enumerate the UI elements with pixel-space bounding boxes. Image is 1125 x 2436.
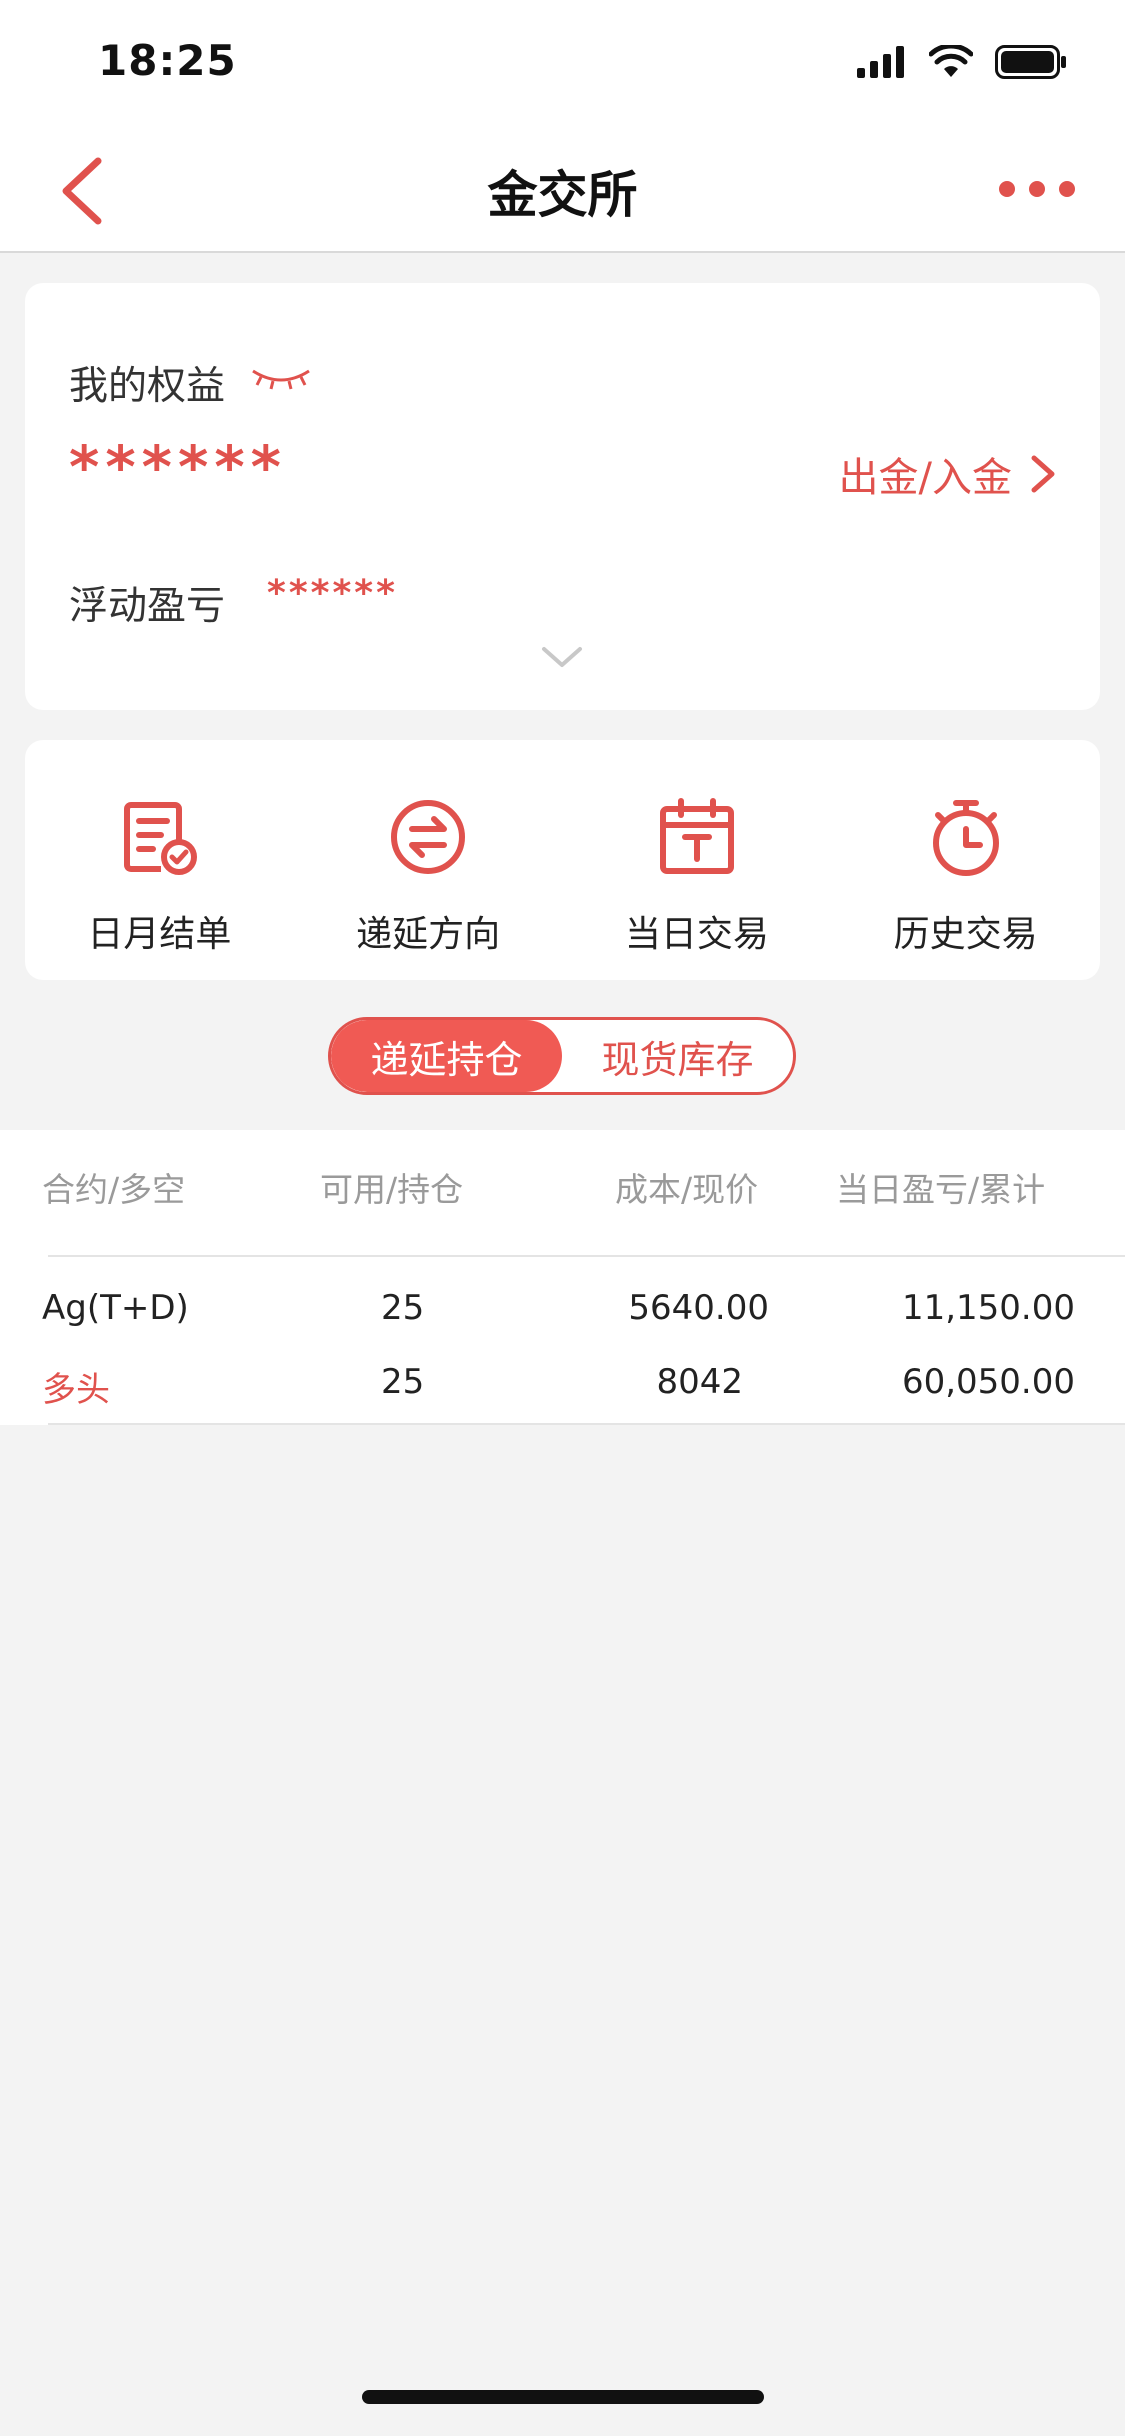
cell-cost: 5640.00 bbox=[628, 1288, 769, 1328]
status-time: 18:25 bbox=[98, 36, 237, 85]
header-contract: 合约/多空 bbox=[42, 1170, 186, 1209]
chevron-right-icon bbox=[1031, 455, 1055, 493]
equity-value: ****** bbox=[69, 433, 287, 501]
statement-icon bbox=[124, 802, 198, 875]
header-available: 可用/持仓 bbox=[320, 1170, 464, 1209]
action-label: 历史交易 bbox=[893, 914, 1038, 955]
calendar-icon bbox=[659, 798, 734, 874]
action-label: 当日交易 bbox=[624, 914, 769, 955]
cell-direction: 多头 bbox=[42, 1370, 110, 1410]
action-statement[interactable]: 日月结单 bbox=[25, 740, 294, 980]
equity-card: 我的权益 ****** 出金/入金 浮动盈亏 ****** bbox=[25, 283, 1100, 710]
cell-pnl: 11,150.00 bbox=[901, 1288, 1075, 1328]
float-pnl-value: ****** bbox=[267, 573, 398, 614]
wifi-icon bbox=[929, 45, 973, 77]
home-indicator[interactable] bbox=[362, 2390, 764, 2404]
actions-card: 日月结单 递延方向 当日交易 历史交易 bbox=[25, 740, 1100, 980]
cell-available: 25 bbox=[381, 1288, 425, 1328]
tab-spot-inventory[interactable]: 现货库存 bbox=[562, 1020, 793, 1092]
action-direction[interactable]: 递延方向 bbox=[294, 740, 563, 980]
action-label: 日月结单 bbox=[87, 914, 232, 955]
float-pnl-label: 浮动盈亏 bbox=[69, 584, 226, 629]
action-history-trades[interactable]: 历史交易 bbox=[831, 740, 1100, 980]
divider bbox=[48, 1423, 1125, 1425]
page-title: 金交所 bbox=[487, 166, 638, 224]
chevron-down-icon[interactable] bbox=[540, 645, 584, 671]
cell-contract: Ag(T+D) bbox=[42, 1288, 189, 1328]
divider bbox=[48, 1255, 1125, 1257]
transfer-link[interactable]: 出金/入金 bbox=[839, 445, 1056, 503]
signal-icon bbox=[857, 46, 904, 78]
equity-label: 我的权益 bbox=[69, 364, 226, 409]
status-icons bbox=[857, 44, 1067, 80]
transfer-label: 出金/入金 bbox=[838, 455, 1012, 501]
exchange-icon bbox=[391, 800, 466, 874]
eye-closed-icon[interactable] bbox=[249, 365, 313, 391]
nav-bar: 金交所 bbox=[0, 125, 1125, 253]
timer-icon bbox=[932, 800, 999, 876]
cell-cumulative: 60,050.00 bbox=[901, 1362, 1075, 1402]
battery-icon bbox=[995, 45, 1066, 79]
header-pnl: 当日盈亏/累计 bbox=[836, 1170, 1046, 1209]
table-header: 合约/多空 可用/持仓 成本/现价 当日盈亏/累计 bbox=[0, 1130, 1125, 1255]
tab-deferred-positions[interactable]: 递延持仓 bbox=[331, 1020, 562, 1092]
action-label: 递延方向 bbox=[356, 914, 501, 955]
cell-position: 25 bbox=[381, 1362, 425, 1402]
status-bar: 18:25 bbox=[0, 0, 1125, 125]
header-cost: 成本/现价 bbox=[615, 1170, 759, 1209]
position-segment: 递延持仓 现货库存 bbox=[328, 1017, 796, 1095]
more-icon[interactable] bbox=[997, 175, 1077, 203]
action-today-trades[interactable]: 当日交易 bbox=[563, 740, 832, 980]
positions-table: 合约/多空 可用/持仓 成本/现价 当日盈亏/累计 Ag(T+D) 25 564… bbox=[0, 1130, 1125, 1425]
cell-price: 8042 bbox=[656, 1362, 743, 1402]
